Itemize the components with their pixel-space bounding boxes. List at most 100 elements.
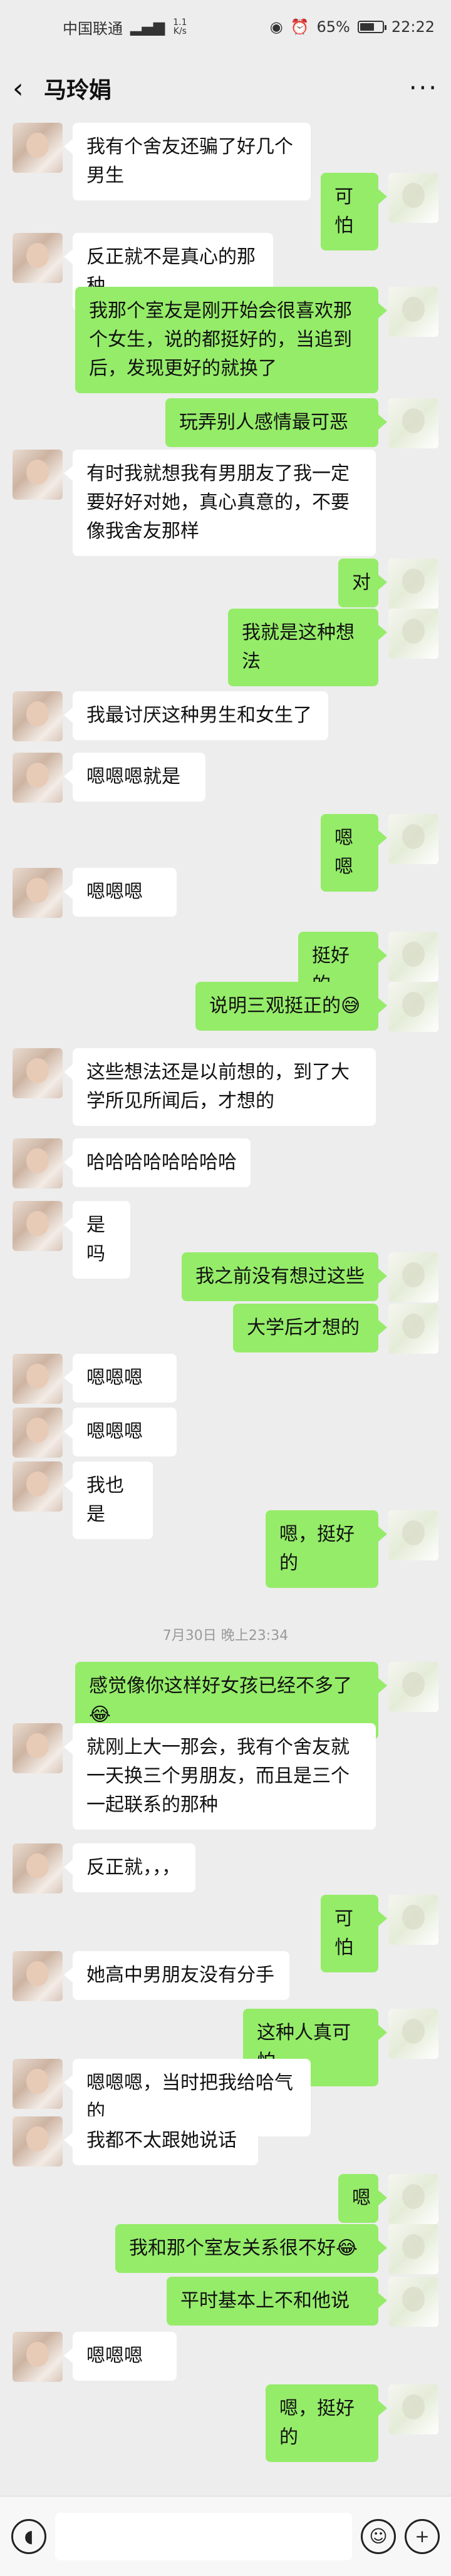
avatar-face	[402, 992, 425, 1017]
avatar-face	[402, 1672, 425, 1697]
my-avatar[interactable]	[388, 287, 438, 337]
message-bubble[interactable]: 对	[338, 559, 387, 607]
clock: 22:22	[391, 18, 435, 36]
message-bubble[interactable]: 这些想法还是以前想的，到了大学所见所闻后，才想的	[64, 1048, 376, 1126]
message-bubble[interactable]: 哈哈哈哈哈哈哈哈	[64, 1138, 251, 1187]
avatar-face	[26, 243, 49, 268]
contact-avatar[interactable]	[13, 1354, 63, 1404]
message-bubble[interactable]: 嗯嗯嗯	[64, 1354, 177, 1403]
status-bar: 中国联通 ▂▄▆ 1.1 K/s ◉ ⏰ 65% 22:22	[0, 0, 451, 54]
avatar-face	[402, 619, 425, 644]
contact-avatar[interactable]	[13, 1201, 63, 1251]
message-bubble[interactable]: 嗯嗯	[321, 814, 387, 892]
message-input[interactable]	[55, 2512, 352, 2560]
contact-avatar[interactable]	[13, 1461, 63, 1512]
message-bubble[interactable]: 平时基本上不和他说	[167, 2277, 387, 2326]
my-avatar[interactable]	[388, 1510, 438, 1560]
contact-avatar[interactable]	[13, 1408, 63, 1458]
my-avatar[interactable]	[388, 398, 438, 448]
avatar-face	[402, 2234, 425, 2259]
my-avatar[interactable]	[388, 559, 438, 609]
contact-avatar[interactable]	[13, 1723, 63, 1773]
contact-avatar[interactable]	[13, 1843, 63, 1893]
avatar-face	[402, 2184, 425, 2209]
alarm-icon: ⏰	[290, 18, 309, 36]
message-bubble[interactable]: 我那个室友是刚开始会很喜欢那个女生，说的都挺好的，当追到后，发现更好的就换了	[75, 287, 387, 393]
my-avatar[interactable]	[388, 1252, 438, 1302]
message-bubble[interactable]: 嗯	[338, 2174, 387, 2223]
back-chevron-icon[interactable]: ‹	[13, 73, 38, 105]
message-bubble[interactable]: 说明三观挺正的😅	[195, 982, 387, 1031]
message-bubble[interactable]: 嗯嗯嗯	[64, 2332, 177, 2381]
message-bubble[interactable]: 我都不太跟她说话	[64, 2116, 258, 2165]
my-avatar[interactable]	[388, 2277, 438, 2327]
message-bubble[interactable]: 她高中男朋友没有分手	[64, 1951, 289, 2000]
avatar-face	[26, 1418, 49, 1443]
my-avatar[interactable]	[388, 2384, 438, 2434]
contact-avatar[interactable]	[13, 2116, 63, 2166]
message-bubble[interactable]: 我和那个室友关系很不好😂	[115, 2224, 387, 2273]
message-bubble[interactable]: 可怕	[321, 173, 387, 250]
message-bubble[interactable]: 玩弄别人感情最可恶	[165, 398, 387, 447]
avatar-face	[26, 701, 49, 726]
message-bubble[interactable]: 我也是	[64, 1461, 153, 1539]
message-bubble[interactable]: 嗯，挺好的	[266, 1510, 387, 1588]
avatar-face	[402, 297, 425, 322]
avatar-face	[402, 408, 425, 433]
my-avatar[interactable]	[388, 1895, 438, 1945]
avatar-face	[26, 460, 49, 485]
avatar-face	[402, 2394, 425, 2419]
message-bubble[interactable]: 嗯嗯嗯	[64, 868, 177, 917]
message-bubble[interactable]: 嗯，挺好的	[266, 2384, 387, 2462]
my-avatar[interactable]	[388, 609, 438, 659]
message-bubble[interactable]: 嗯嗯嗯	[64, 1408, 177, 1456]
contact-avatar[interactable]	[13, 868, 63, 918]
voice-icon[interactable]: ◖	[11, 2518, 46, 2554]
plus-icon[interactable]: +	[405, 2518, 440, 2554]
message-bubble[interactable]: 反正就，，，	[64, 1843, 195, 1892]
my-avatar[interactable]	[388, 173, 438, 223]
message-bubble[interactable]: 我最讨厌这种男生和女生了	[64, 691, 328, 740]
avatar-face	[26, 878, 49, 903]
my-avatar[interactable]	[388, 2174, 438, 2224]
message-bubble[interactable]: 是吗	[64, 1201, 130, 1279]
avatar-face	[402, 183, 425, 208]
my-avatar[interactable]	[388, 2224, 438, 2274]
my-avatar[interactable]	[388, 2009, 438, 2059]
contact-avatar[interactable]	[13, 691, 63, 741]
contact-avatar[interactable]	[13, 1951, 63, 2001]
contact-avatar[interactable]	[13, 1138, 63, 1188]
message-bubble[interactable]: 就刚上大一那会，我有个舍友就一天换三个男朋友，而且是三个一起联系的那种	[64, 1723, 376, 1830]
message-bubble[interactable]: 有时我就想我有男朋友了我一定要好好对她，真心真意的，不要像我舍友那样	[64, 450, 376, 556]
my-avatar[interactable]	[388, 932, 438, 982]
message-bubble[interactable]: 我就是这种想法	[228, 609, 387, 686]
avatar-face	[402, 2287, 425, 2312]
avatar-face	[402, 1314, 425, 1339]
avatar-face	[26, 2342, 49, 2367]
emoji-icon[interactable]: ☺	[361, 2518, 396, 2554]
avatar-face	[26, 1471, 49, 1497]
contact-avatar[interactable]	[13, 233, 63, 283]
contact-avatar[interactable]	[13, 1048, 63, 1098]
contact-avatar[interactable]	[13, 123, 63, 173]
more-dots-icon[interactable]: ···	[409, 74, 438, 103]
message-bubble[interactable]: 我有个舍友还骗了好几个男生	[64, 123, 311, 200]
contact-avatar[interactable]	[13, 753, 63, 803]
message-bubble[interactable]: 可怕	[321, 1895, 387, 1972]
contact-avatar[interactable]	[13, 2059, 63, 2109]
avatar-face	[402, 569, 425, 594]
my-avatar[interactable]	[388, 814, 438, 864]
avatar-face	[402, 824, 425, 849]
my-avatar[interactable]	[388, 982, 438, 1032]
contact-avatar[interactable]	[13, 450, 63, 500]
message-bubble[interactable]: 大学后才想的	[233, 1304, 387, 1352]
carrier-label: 中国联通	[63, 19, 123, 38]
signal-icon: ▂▄▆	[130, 18, 165, 36]
message-bubble[interactable]: 嗯嗯嗯就是	[64, 753, 205, 801]
my-avatar[interactable]	[388, 1662, 438, 1712]
message-bubble[interactable]: 我之前没有想过这些	[182, 1252, 387, 1301]
avatar-face	[26, 1961, 49, 1986]
timestamp: 7月30日 晚上23:34	[162, 1628, 289, 1644]
contact-avatar[interactable]	[13, 2332, 63, 2382]
my-avatar[interactable]	[388, 1304, 438, 1354]
